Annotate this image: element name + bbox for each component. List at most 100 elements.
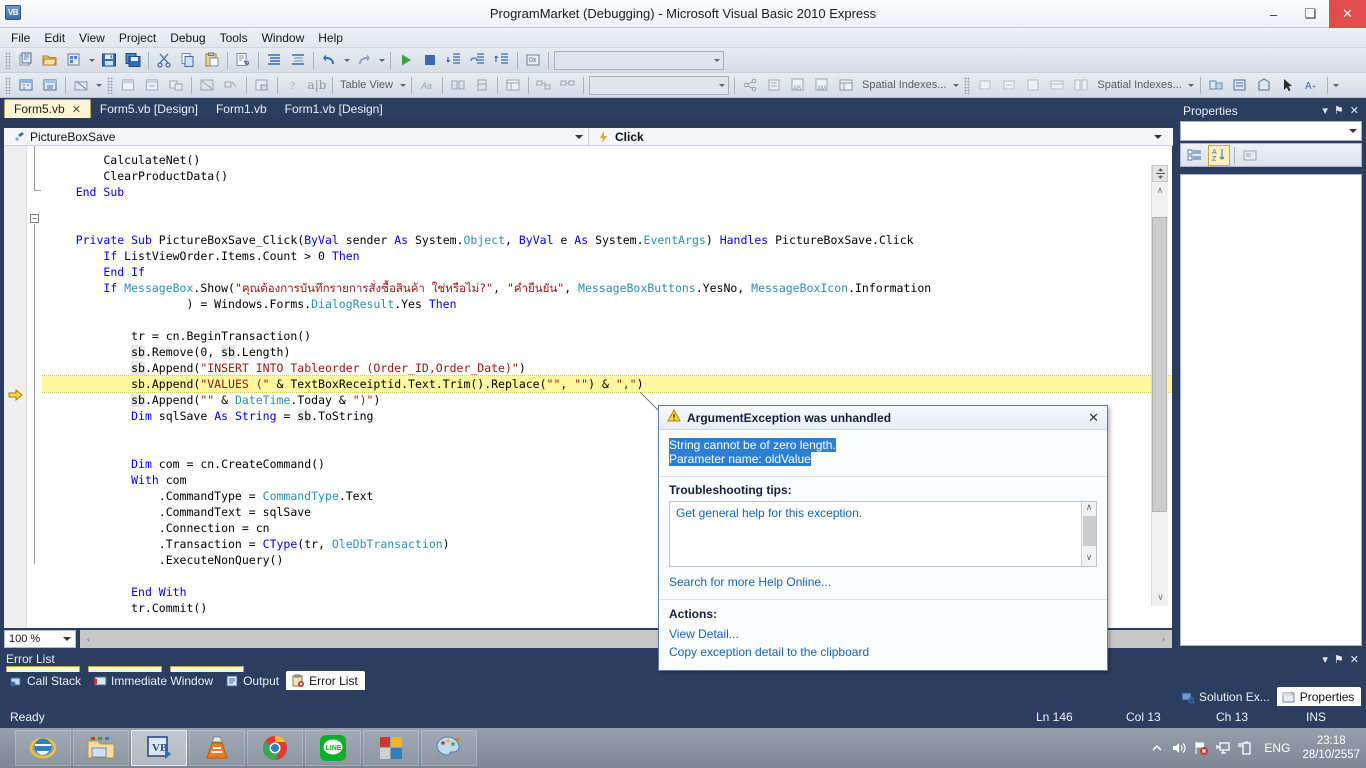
tips-scroll-down-button[interactable]: ∨ (1082, 552, 1096, 566)
categorized-icon[interactable] (1184, 145, 1206, 166)
chevron-down-icon[interactable]: ▾ (1319, 104, 1331, 117)
table-view-label[interactable]: Table View (336, 79, 397, 91)
start-debugging-icon[interactable] (395, 50, 417, 71)
display-icon[interactable] (1212, 740, 1234, 756)
add-table-2-icon[interactable] (141, 75, 163, 96)
verify-sql-icon[interactable] (70, 75, 92, 96)
t4-c-icon[interactable] (1253, 75, 1275, 96)
menu-tools[interactable]: Tools (213, 29, 255, 47)
merge-cells-icon[interactable] (471, 75, 493, 96)
close-icon[interactable]: ✕ (1347, 653, 1362, 666)
verify-dropdown-icon[interactable] (93, 75, 104, 96)
show-hidden-icons-button[interactable] (1146, 742, 1168, 754)
toolbar2-grip[interactable] (5, 77, 11, 94)
relationships-icon[interactable] (533, 75, 555, 96)
outlining-margin[interactable]: − (26, 146, 42, 628)
close-icon[interactable]: ✕ (1084, 410, 1103, 426)
minimize-button[interactable]: – (1255, 0, 1292, 28)
file-explorer-icon[interactable] (73, 730, 129, 766)
t4-a-icon[interactable] (1205, 75, 1227, 96)
pin-icon[interactable]: ⚑ (1331, 104, 1347, 117)
chrome-icon[interactable] (247, 730, 303, 766)
volume-icon[interactable] (1168, 740, 1190, 756)
chevron-down-icon[interactable]: ▾ (1319, 653, 1331, 666)
tab-error-list[interactable]: Error List (286, 671, 365, 690)
language-indicator[interactable]: ENG (1256, 741, 1298, 755)
add-table-icon[interactable] (117, 75, 139, 96)
pin-icon[interactable]: ⚑ (1331, 653, 1347, 666)
maximize-button[interactable]: ❑ (1292, 0, 1329, 28)
spatial-indexes-dropdown-2-icon[interactable] (1186, 75, 1197, 96)
save-icon[interactable] (98, 50, 120, 71)
windows-app-icon[interactable] (363, 730, 419, 766)
copy-icon[interactable] (177, 50, 199, 71)
manage-indexes-icon[interactable] (763, 75, 785, 96)
scroll-left-button[interactable]: ‹ (80, 634, 97, 644)
open-file-icon[interactable] (39, 50, 61, 71)
select-icon[interactable] (196, 75, 218, 96)
menu-project[interactable]: Project (112, 29, 163, 47)
t3-c-icon[interactable] (1022, 75, 1044, 96)
toolbar2-combo-1[interactable] (589, 76, 729, 95)
paint-icon[interactable] (421, 730, 477, 766)
add-new-item-icon[interactable] (63, 50, 85, 71)
new-query-icon[interactable] (15, 75, 37, 96)
breakpoint-margin[interactable] (4, 146, 26, 628)
split-view-handle[interactable] (1152, 165, 1168, 182)
indexes-keys-icon[interactable] (557, 75, 579, 96)
table-designer-icon[interactable] (502, 75, 524, 96)
sql-icon[interactable] (251, 75, 273, 96)
spatial-indexes-label-1[interactable]: Spatial Indexes... (858, 79, 950, 91)
zoom-combo[interactable]: 100 % (4, 630, 76, 648)
stop-debugging-icon[interactable] (419, 50, 441, 71)
redo-dropdown-icon[interactable] (376, 50, 387, 71)
view-detail-link[interactable]: View Detail... (669, 625, 1097, 643)
uncomment-icon[interactable] (287, 50, 309, 71)
clock[interactable]: 23:18 28/10/2557 (1298, 734, 1360, 762)
delete-cell-icon[interactable] (220, 75, 242, 96)
menu-file[interactable]: File (4, 29, 37, 47)
scroll-thumb[interactable] (1152, 217, 1167, 512)
collapse-region-icon[interactable]: − (30, 214, 39, 223)
members-method-combo[interactable]: Click (589, 128, 1167, 146)
cut-icon[interactable] (153, 50, 175, 71)
tips-scroll-thumb[interactable] (1083, 516, 1096, 546)
properties-object-combo[interactable] (1180, 121, 1362, 141)
manage-check-constraints-icon[interactable]: AB (787, 75, 809, 96)
manage-xml-indexes-icon[interactable]: XM (811, 75, 833, 96)
add-group-icon[interactable] (165, 75, 187, 96)
battery-icon[interactable] (1234, 740, 1256, 756)
network-error-icon[interactable] (1190, 740, 1212, 756)
menu-window[interactable]: Window (255, 29, 312, 47)
hex-icon[interactable]: 0x (522, 50, 544, 71)
alphabetical-sort-icon[interactable]: AZ (1208, 145, 1230, 166)
tab-immediate-window[interactable]: Immediate Window (88, 671, 220, 690)
t3-b-icon[interactable] (998, 75, 1020, 96)
split-cells-icon[interactable] (447, 75, 469, 96)
tab-properties[interactable]: Properties (1277, 687, 1362, 706)
visual-basic-icon[interactable]: VB (131, 730, 187, 766)
copy-exception-detail-link[interactable]: Copy exception detail to the clipboard (669, 643, 1097, 661)
properties-grid[interactable] (1180, 174, 1362, 646)
step-into-icon[interactable] (443, 50, 465, 71)
ab-label[interactable]: a|b (306, 75, 328, 96)
undo-icon[interactable] (318, 50, 340, 71)
internet-explorer-icon[interactable] (15, 730, 71, 766)
menu-debug[interactable]: Debug (163, 29, 212, 47)
t3-e-icon[interactable] (1070, 75, 1092, 96)
font-format-icon[interactable]: Aa (416, 75, 438, 96)
find-replace-icon[interactable] (232, 50, 254, 71)
property-pages-icon[interactable] (1239, 145, 1261, 166)
scroll-up-button[interactable]: ∧ (1152, 182, 1168, 199)
vlc-icon[interactable] (189, 730, 245, 766)
step-out-icon[interactable] (491, 50, 513, 71)
tip-link[interactable]: Get general help for this exception. (670, 502, 1096, 524)
new-project-icon[interactable] (15, 50, 37, 71)
t3-a-icon[interactable] (974, 75, 996, 96)
tab-form5-vb[interactable]: Form5.vb ✕ (4, 99, 91, 118)
spatial-indexes-label-2[interactable]: Spatial Indexes... (1093, 79, 1185, 91)
paste-icon[interactable] (201, 50, 223, 71)
new-query-2-icon[interactable] (39, 75, 61, 96)
scroll-right-button[interactable]: › (1155, 634, 1172, 644)
menu-view[interactable]: View (72, 29, 112, 47)
